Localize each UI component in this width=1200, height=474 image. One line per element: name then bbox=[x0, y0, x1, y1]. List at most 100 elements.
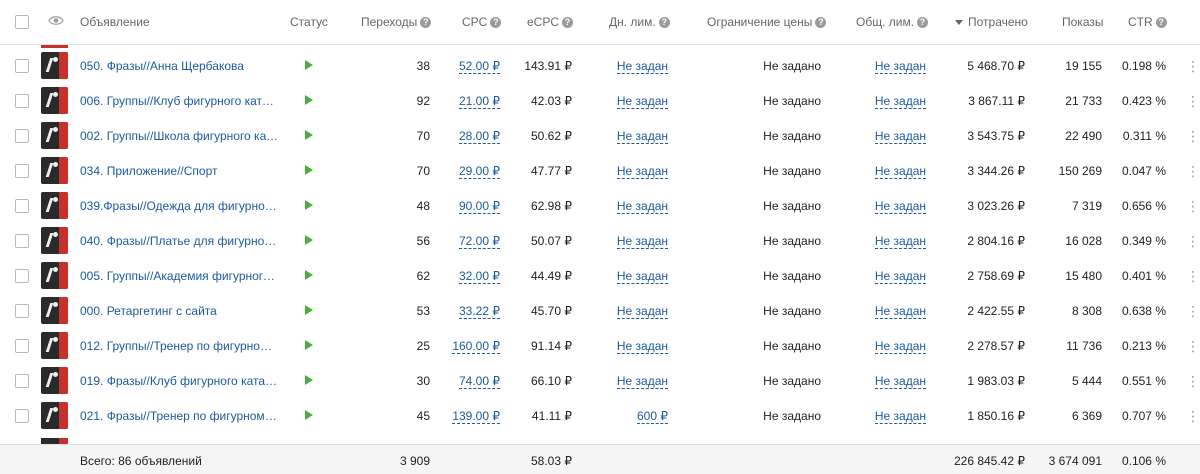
ad-thumbnail[interactable] bbox=[41, 402, 68, 429]
ad-name-link[interactable]: 034. Приложение//Спорт bbox=[80, 164, 278, 178]
cpc-link[interactable]: 33.22 ₽ bbox=[459, 304, 500, 319]
eye-icon[interactable] bbox=[48, 15, 64, 26]
header-daily-limit[interactable]: Дн. лим.? bbox=[609, 15, 670, 29]
cpc-link[interactable]: 29.00 ₽ bbox=[459, 164, 500, 179]
cpc-link[interactable]: 72.00 ₽ bbox=[459, 234, 500, 249]
header-clicks[interactable]: Переходы? bbox=[361, 15, 432, 29]
daily-limit-link[interactable]: Не задан bbox=[616, 164, 668, 179]
row-checkbox[interactable] bbox=[15, 374, 29, 388]
row-checkbox[interactable] bbox=[15, 59, 29, 73]
cpc-link[interactable]: 90.00 ₽ bbox=[459, 199, 500, 214]
ad-thumbnail[interactable] bbox=[41, 262, 68, 289]
more-icon[interactable]: ⋮ bbox=[1186, 128, 1200, 145]
daily-limit-link[interactable]: Не задан bbox=[616, 129, 668, 144]
header-ad[interactable]: Объявление bbox=[80, 15, 150, 29]
table-row[interactable]: 040. Фразы//Платье для фигурного катания… bbox=[0, 223, 1200, 259]
play-icon[interactable] bbox=[305, 375, 313, 385]
header-ecpc[interactable]: eCPC? bbox=[527, 15, 574, 29]
table-row[interactable]: 034. Приложение//Спорт 70 29.00 ₽ 47.77 ₽ Не… bbox=[0, 153, 1200, 189]
cpc-link[interactable]: 21.00 ₽ bbox=[459, 94, 500, 109]
header-price-limit[interactable]: Ограничение цены? bbox=[707, 15, 827, 29]
more-icon[interactable]: ⋮ bbox=[1186, 268, 1200, 285]
row-checkbox[interactable] bbox=[15, 304, 29, 318]
table-row[interactable]: 039.Фразы//Одежда для фигурного катания 4… bbox=[0, 188, 1200, 224]
row-checkbox[interactable] bbox=[15, 409, 29, 423]
ad-name-link[interactable]: 000. Ретаргетинг с сайта bbox=[80, 304, 278, 318]
row-checkbox[interactable] bbox=[15, 339, 29, 353]
more-icon[interactable]: ⋮ bbox=[1186, 373, 1200, 390]
ad-name-link[interactable]: 021. Фразы//Тренер по фигурному катанию bbox=[80, 409, 278, 423]
help-icon[interactable]: ? bbox=[658, 17, 670, 28]
daily-limit-link[interactable]: Не задан bbox=[616, 234, 668, 249]
ad-thumbnail[interactable] bbox=[41, 87, 68, 114]
select-all-checkbox[interactable] bbox=[15, 15, 29, 29]
help-icon[interactable]: ? bbox=[917, 17, 929, 28]
cpc-link[interactable]: 160.00 ₽ bbox=[452, 339, 500, 354]
ad-name-link[interactable]: 002. Группы//Школа фигурного катания bbox=[80, 129, 278, 143]
play-icon[interactable] bbox=[305, 410, 313, 420]
play-icon[interactable] bbox=[305, 60, 313, 70]
more-icon[interactable]: ⋮ bbox=[1186, 338, 1200, 355]
daily-limit-link[interactable]: Не задан bbox=[616, 199, 668, 214]
play-icon[interactable] bbox=[305, 165, 313, 175]
ad-name-link[interactable]: 040. Фразы//Платье для фигурного катания bbox=[80, 234, 278, 248]
row-checkbox[interactable] bbox=[15, 269, 29, 283]
help-icon[interactable]: ? bbox=[815, 17, 827, 28]
header-status[interactable]: Статус bbox=[290, 15, 328, 29]
play-icon[interactable] bbox=[305, 130, 313, 140]
play-icon[interactable] bbox=[305, 200, 313, 210]
more-icon[interactable]: ⋮ bbox=[1186, 408, 1200, 425]
ad-thumbnail[interactable] bbox=[41, 52, 68, 79]
more-icon[interactable]: ⋮ bbox=[1186, 58, 1200, 75]
ad-name-link[interactable]: 012. Группы//Тренер по фигурному катанию bbox=[80, 339, 278, 353]
ad-name-link[interactable]: 050. Фразы//Анна Щербакова bbox=[80, 59, 278, 73]
more-icon[interactable]: ⋮ bbox=[1186, 303, 1200, 320]
help-icon[interactable]: ? bbox=[420, 17, 432, 28]
ad-thumbnail[interactable] bbox=[41, 122, 68, 149]
ad-name-link[interactable]: 039.Фразы//Одежда для фигурного катания bbox=[80, 199, 278, 213]
daily-limit-link[interactable]: Не задан bbox=[616, 269, 668, 284]
cpc-link[interactable]: 139.00 ₽ bbox=[452, 409, 500, 424]
daily-limit-link[interactable]: Не задан bbox=[616, 94, 668, 109]
play-icon[interactable] bbox=[305, 305, 313, 315]
header-impressions[interactable]: Показы bbox=[1062, 15, 1103, 29]
ad-name-link[interactable]: 019. Фразы//Клуб фигурного катания bbox=[80, 374, 278, 388]
help-icon[interactable]: ? bbox=[490, 17, 502, 28]
cpc-link[interactable]: 32.00 ₽ bbox=[459, 269, 500, 284]
daily-limit-link[interactable]: Не задан bbox=[616, 339, 668, 354]
play-icon[interactable] bbox=[305, 340, 313, 350]
header-total-limit[interactable]: Общ. лим.? bbox=[856, 15, 929, 29]
ad-thumbnail[interactable] bbox=[41, 227, 68, 254]
row-checkbox[interactable] bbox=[15, 94, 29, 108]
table-row[interactable]: 050. Фразы//Анна Щербакова 38 52.00 ₽ 143.9… bbox=[0, 48, 1200, 84]
more-icon[interactable]: ⋮ bbox=[1186, 233, 1200, 250]
ad-thumbnail[interactable] bbox=[41, 297, 68, 324]
daily-limit-link[interactable]: Не задан bbox=[616, 59, 668, 74]
table-row[interactable]: 021. Фразы//Тренер по фигурному катанию 4… bbox=[0, 398, 1200, 434]
header-cpc[interactable]: CPC? bbox=[462, 15, 502, 29]
more-icon[interactable]: ⋮ bbox=[1186, 163, 1200, 180]
ad-name-link[interactable]: 005. Группы//Академия фигурного катания bbox=[80, 269, 278, 283]
ad-thumbnail[interactable] bbox=[41, 192, 68, 219]
header-spent[interactable]: Потрачено bbox=[955, 15, 1028, 29]
ad-thumbnail[interactable] bbox=[41, 367, 68, 394]
table-row[interactable]: 006. Группы//Клуб фигурного катания 92 21.… bbox=[0, 83, 1200, 119]
table-row[interactable]: 019. Фразы//Клуб фигурного катания 30 74.0… bbox=[0, 363, 1200, 399]
table-row[interactable]: 012. Группы//Тренер по фигурному катанию… bbox=[0, 328, 1200, 364]
play-icon[interactable] bbox=[305, 235, 313, 245]
cpc-link[interactable]: 74.00 ₽ bbox=[459, 374, 500, 389]
ad-name-link[interactable]: 006. Группы//Клуб фигурного катания bbox=[80, 94, 278, 108]
row-checkbox[interactable] bbox=[15, 164, 29, 178]
daily-limit-link[interactable]: 600 ₽ bbox=[637, 409, 668, 424]
table-row[interactable]: 005. Группы//Академия фигурного катания 6… bbox=[0, 258, 1200, 294]
help-icon[interactable]: ? bbox=[1155, 17, 1167, 28]
cpc-link[interactable]: 28.00 ₽ bbox=[459, 129, 500, 144]
daily-limit-link[interactable]: Не задан bbox=[616, 304, 668, 319]
ad-thumbnail[interactable] bbox=[41, 332, 68, 359]
cpc-link[interactable]: 52.00 ₽ bbox=[459, 59, 500, 74]
ad-thumbnail[interactable] bbox=[41, 157, 68, 184]
more-icon[interactable]: ⋮ bbox=[1186, 198, 1200, 215]
table-row[interactable]: 000. Ретаргетинг с сайта 53 33.22 ₽ 45.70 ₽… bbox=[0, 293, 1200, 329]
row-checkbox[interactable] bbox=[15, 129, 29, 143]
play-icon[interactable] bbox=[305, 95, 313, 105]
